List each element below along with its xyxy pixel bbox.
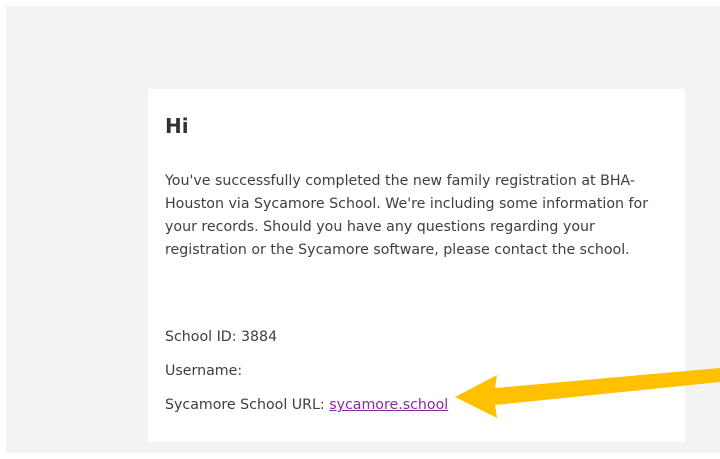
username-line: Username:	[165, 363, 243, 379]
arrow-shape	[455, 368, 720, 418]
arrow-left-icon	[455, 368, 720, 418]
school-id-line: School ID: 3884	[165, 329, 278, 345]
school-url-line: Sycamore School URL: sycamore.school	[165, 395, 448, 415]
school-url-link[interactable]: sycamore.school	[329, 397, 448, 413]
school-url-label: Sycamore School URL:	[165, 397, 330, 413]
greeting-heading: Hi	[165, 114, 189, 138]
registration-message: You've successfully completed the new fa…	[165, 173, 649, 258]
